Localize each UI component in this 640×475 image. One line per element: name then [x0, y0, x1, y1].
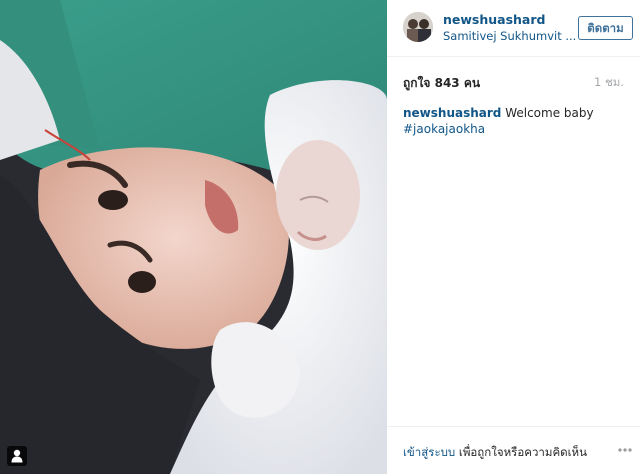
avatar-image [403, 12, 433, 42]
avatar[interactable] [403, 12, 433, 42]
caption-hashtag[interactable]: #jaokajaokha [403, 121, 624, 137]
follow-button[interactable]: ติดตาม [578, 16, 633, 40]
post-header: newshuashard Samitivej Sukhumvit ... ติด… [387, 0, 640, 57]
post-caption: newshuashard Welcome baby #jaokajaokha [403, 105, 624, 137]
photo-image [0, 0, 387, 474]
post-details-panel: newshuashard Samitivej Sukhumvit ... ติด… [387, 0, 640, 474]
more-options-button[interactable] [618, 442, 632, 456]
user-tag-button[interactable] [7, 446, 27, 466]
post-username[interactable]: newshuashard [443, 12, 545, 27]
login-prompt: เข้าสู่ระบบ เพื่อถูกใจหรือความคิดเห็น [403, 444, 587, 462]
likes-row: ถูกใจ 843 คน 1 ชม. [403, 74, 624, 90]
login-link[interactable]: เข้าสู่ระบบ [403, 445, 455, 459]
person-icon [11, 449, 23, 463]
likes-count[interactable]: ถูกใจ 843 คน [403, 74, 480, 93]
post-location[interactable]: Samitivej Sukhumvit ... [443, 29, 576, 43]
post-footer: เข้าสู่ระบบ เพื่อถูกใจหรือความคิดเห็น [387, 426, 640, 475]
post-time[interactable]: 1 ชม. [594, 74, 624, 92]
post-photo[interactable] [0, 0, 387, 474]
ellipsis-icon [618, 448, 632, 452]
caption-text: Welcome baby [501, 106, 594, 120]
caption-username[interactable]: newshuashard [403, 106, 501, 120]
login-prompt-text: เพื่อถูกใจหรือความคิดเห็น [455, 445, 587, 459]
